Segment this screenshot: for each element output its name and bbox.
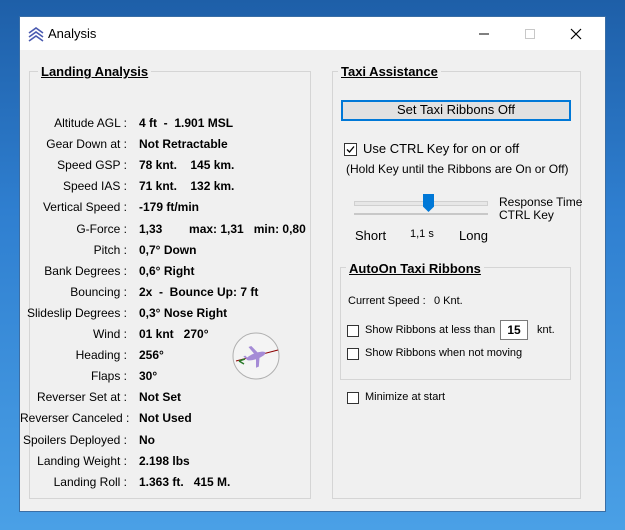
landing-analysis-title: Landing Analysis <box>38 64 152 79</box>
landing-weight-value: 2.198 lbs <box>139 453 190 468</box>
current-speed-value: 0 Knt. <box>434 295 463 307</box>
heading-value: 256° <box>139 348 164 363</box>
wind-value: 01 knt 270° <box>139 327 209 341</box>
close-icon <box>570 28 582 40</box>
maximize-icon <box>525 29 535 39</box>
altitude-agl-value: 4 ft - 1.901 MSL <box>139 116 234 130</box>
gear-down-value: Not Retractable <box>139 137 228 152</box>
show-ribbons-not-moving-checkbox[interactable] <box>347 348 359 360</box>
minimize-icon <box>479 33 489 35</box>
reverser-set-value: Not Set <box>139 390 181 405</box>
slider-track <box>354 201 488 206</box>
speed-gsp-label: Speed GSP : <box>57 158 127 173</box>
show-ribbons-not-moving-label: Show Ribbons when not moving <box>365 347 523 359</box>
current-speed-label: Current Speed : <box>348 295 426 307</box>
hold-key-hint: (Hold Key until the Ribbons are On or Of… <box>346 162 569 176</box>
close-button[interactable] <box>553 17 599 50</box>
flaps-value: 30° <box>139 369 158 384</box>
landing-roll-value: 1.363 ft. 415 M. <box>139 474 231 489</box>
speed-ias-value: 71 knt. 132 km. <box>139 179 235 194</box>
altitude-agl-label: Altitude AGL : <box>54 116 127 130</box>
pitch-value: 0,7° Down <box>139 242 197 257</box>
minimize-button[interactable] <box>461 17 507 50</box>
vertical-speed-value: -179 ft/min <box>139 200 200 215</box>
use-ctrl-key-checkbox[interactable] <box>344 143 357 156</box>
speed-gsp-value: 78 knt. 145 km. <box>139 158 235 173</box>
autoon-title: AutoOn Taxi Ribbons <box>346 261 484 276</box>
show-ribbons-less-label: Show Ribbons at less than <box>365 324 496 336</box>
flaps-label: Flaps : <box>90 369 127 384</box>
slider-value: 1,1 s <box>410 228 434 240</box>
show-ribbons-less-checkbox[interactable] <box>347 325 359 337</box>
speed-ias-label: Speed IAS : <box>62 179 127 194</box>
ctrl-key-label: CTRL Key <box>499 208 554 222</box>
reverser-set-label: Reverser Set at : <box>36 390 127 405</box>
slider-short-label: Short <box>355 228 387 243</box>
bouncing-value: 2x - Bounce Up: 7 ft <box>139 284 259 299</box>
maximize-button[interactable] <box>507 17 553 50</box>
wind-compass-icon <box>232 332 280 380</box>
pitch-label: Pitch : <box>93 242 127 257</box>
response-time-label: Response Time <box>499 195 583 209</box>
spoilers-deployed-value: No <box>139 432 155 447</box>
vertical-speed-label: Vertical Speed : <box>42 200 127 215</box>
bouncing-label: Bouncing : <box>70 284 127 299</box>
minimize-at-start-checkbox[interactable] <box>347 392 359 404</box>
window-title: Analysis <box>48 26 97 41</box>
bank-degrees-label: Bank Degrees : <box>44 263 127 278</box>
minimize-at-start-label: Minimize at start <box>365 391 446 403</box>
show-ribbons-unit: knt. <box>537 324 555 336</box>
app-logo-icon <box>28 27 44 42</box>
use-ctrl-key-label: Use CTRL Key for on or off <box>363 141 520 156</box>
spoilers-deployed-label: Spoilers Deployed : <box>22 432 127 447</box>
taxi-assistance-title: Taxi Assistance <box>338 64 441 79</box>
landing-weight-label: Landing Weight : <box>37 453 127 468</box>
set-taxi-ribbons-button[interactable]: Set Taxi Ribbons Off <box>341 100 571 121</box>
bank-degrees-value: 0,6° Right <box>139 263 195 278</box>
slider-long-label: Long <box>459 228 488 243</box>
analysis-window: Analysis Landing Analysis Altitude AGL :… <box>19 16 606 512</box>
landing-roll-label: Landing Roll : <box>53 474 127 489</box>
gear-down-label: Gear Down at : <box>46 137 127 152</box>
slider-thumb[interactable] <box>423 194 434 212</box>
slider-line <box>354 213 488 215</box>
wind-label: Wind : <box>92 327 127 341</box>
heading-label: Heading : <box>75 348 127 363</box>
show-ribbons-speed-input[interactable]: 15 <box>500 320 528 340</box>
slideslip-degrees-value: 0,3° Nose Right <box>139 305 228 320</box>
g-force-value: 1,33 max: 1,31 min: 0,80 <box>139 221 306 236</box>
g-force-label: G-Force : <box>76 221 127 236</box>
slideslip-degrees-label: Slideslip Degrees : <box>26 305 127 320</box>
reverser-canceled-label: Reverser Canceled : <box>20 411 130 426</box>
reverser-canceled-value: Not Used <box>139 411 192 426</box>
title-bar: Analysis <box>20 17 605 50</box>
response-time-slider[interactable] <box>354 193 488 217</box>
checkmark-icon <box>346 146 355 153</box>
